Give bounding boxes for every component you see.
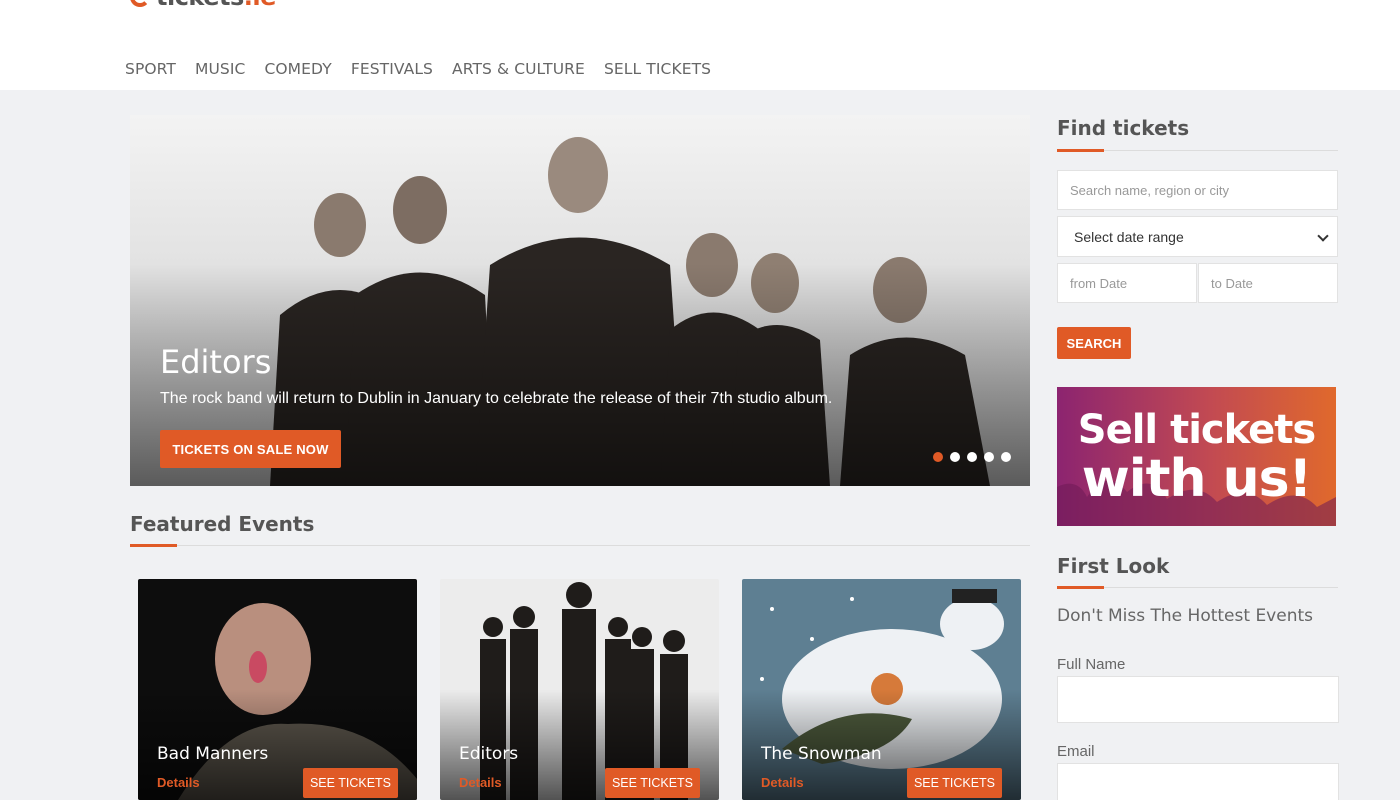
nav-item-music[interactable]: MUSIC — [195, 60, 245, 78]
banner-line-1: Sell tickets — [1077, 407, 1316, 453]
main-nav: SPORT MUSIC COMEDY FESTIVALS ARTS & CULT… — [125, 60, 711, 78]
logo-icon — [130, 0, 150, 7]
find-accent-bar — [1057, 149, 1104, 152]
nav-item-sport[interactable]: SPORT — [125, 60, 176, 78]
site-logo[interactable]: tickets.ie — [130, 0, 276, 11]
slider-dots — [933, 452, 1011, 462]
see-tickets-button[interactable]: SEE TICKETS — [907, 768, 1002, 798]
details-link[interactable]: Details — [459, 775, 502, 790]
event-card-editors[interactable]: Editors Details SEE TICKETS — [440, 579, 719, 800]
details-link[interactable]: Details — [761, 775, 804, 790]
event-card-bad-manners[interactable]: Bad Manners Details SEE TICKETS — [138, 579, 417, 800]
details-link[interactable]: Details — [157, 775, 200, 790]
see-tickets-button[interactable]: SEE TICKETS — [303, 768, 398, 798]
slider-dot[interactable] — [984, 452, 994, 462]
from-date-input[interactable]: from Date — [1057, 263, 1197, 303]
to-date-input[interactable]: to Date — [1198, 263, 1338, 303]
card-overlay — [440, 579, 719, 800]
event-title: Bad Manners — [157, 744, 269, 764]
event-card-the-snowman[interactable]: The Snowman Details SEE TICKETS — [742, 579, 1021, 800]
date-range-value: Select date range — [1074, 228, 1184, 245]
hero-subtitle: The rock band will return to Dublin in J… — [160, 390, 833, 407]
nav-item-sell-tickets[interactable]: SELL TICKETS — [604, 60, 711, 78]
search-button[interactable]: SEARCH — [1057, 327, 1131, 359]
site-header: tickets.ie SPORT MUSIC COMEDY FESTIVALS … — [0, 0, 1400, 90]
logo-text: tickets.ie — [156, 0, 276, 11]
nav-item-festivals[interactable]: FESTIVALS — [351, 60, 433, 78]
first-look-subtitle: Don't Miss The Hottest Events — [1057, 606, 1313, 626]
hero-slider[interactable]: Editors The rock band will return to Dub… — [130, 115, 1030, 486]
slider-dot[interactable] — [933, 452, 943, 462]
nav-item-arts-culture[interactable]: ARTS & CULTURE — [452, 60, 585, 78]
slider-dot[interactable] — [1001, 452, 1011, 462]
date-range-select[interactable]: Select date range — [1057, 216, 1338, 257]
card-overlay — [138, 579, 417, 800]
email-label: Email — [1057, 743, 1095, 760]
full-name-label: Full Name — [1057, 656, 1126, 673]
featured-events-heading: Featured Events — [130, 512, 315, 536]
first-look-accent-bar — [1057, 586, 1104, 589]
hero-title: Editors — [160, 343, 272, 381]
chevron-down-icon — [1317, 230, 1329, 242]
card-overlay — [742, 579, 1021, 800]
featured-accent-bar — [130, 544, 177, 547]
find-tickets-heading: Find tickets — [1057, 116, 1190, 140]
first-look-heading: First Look — [1057, 554, 1170, 578]
full-name-field[interactable] — [1057, 676, 1339, 723]
sell-tickets-banner[interactable]: Sell tickets with us! — [1057, 387, 1336, 526]
event-title: The Snowman — [761, 744, 882, 764]
tickets-on-sale-button[interactable]: TICKETS ON SALE NOW — [160, 430, 341, 468]
slider-dot[interactable] — [950, 452, 960, 462]
nav-item-comedy[interactable]: COMEDY — [264, 60, 331, 78]
email-field[interactable] — [1057, 763, 1339, 800]
featured-divider — [130, 545, 1030, 546]
search-input[interactable]: Search name, region or city — [1057, 170, 1338, 210]
see-tickets-button[interactable]: SEE TICKETS — [605, 768, 700, 798]
slider-dot[interactable] — [967, 452, 977, 462]
event-title: Editors — [459, 744, 519, 764]
banner-line-2: with us! — [1081, 449, 1313, 509]
